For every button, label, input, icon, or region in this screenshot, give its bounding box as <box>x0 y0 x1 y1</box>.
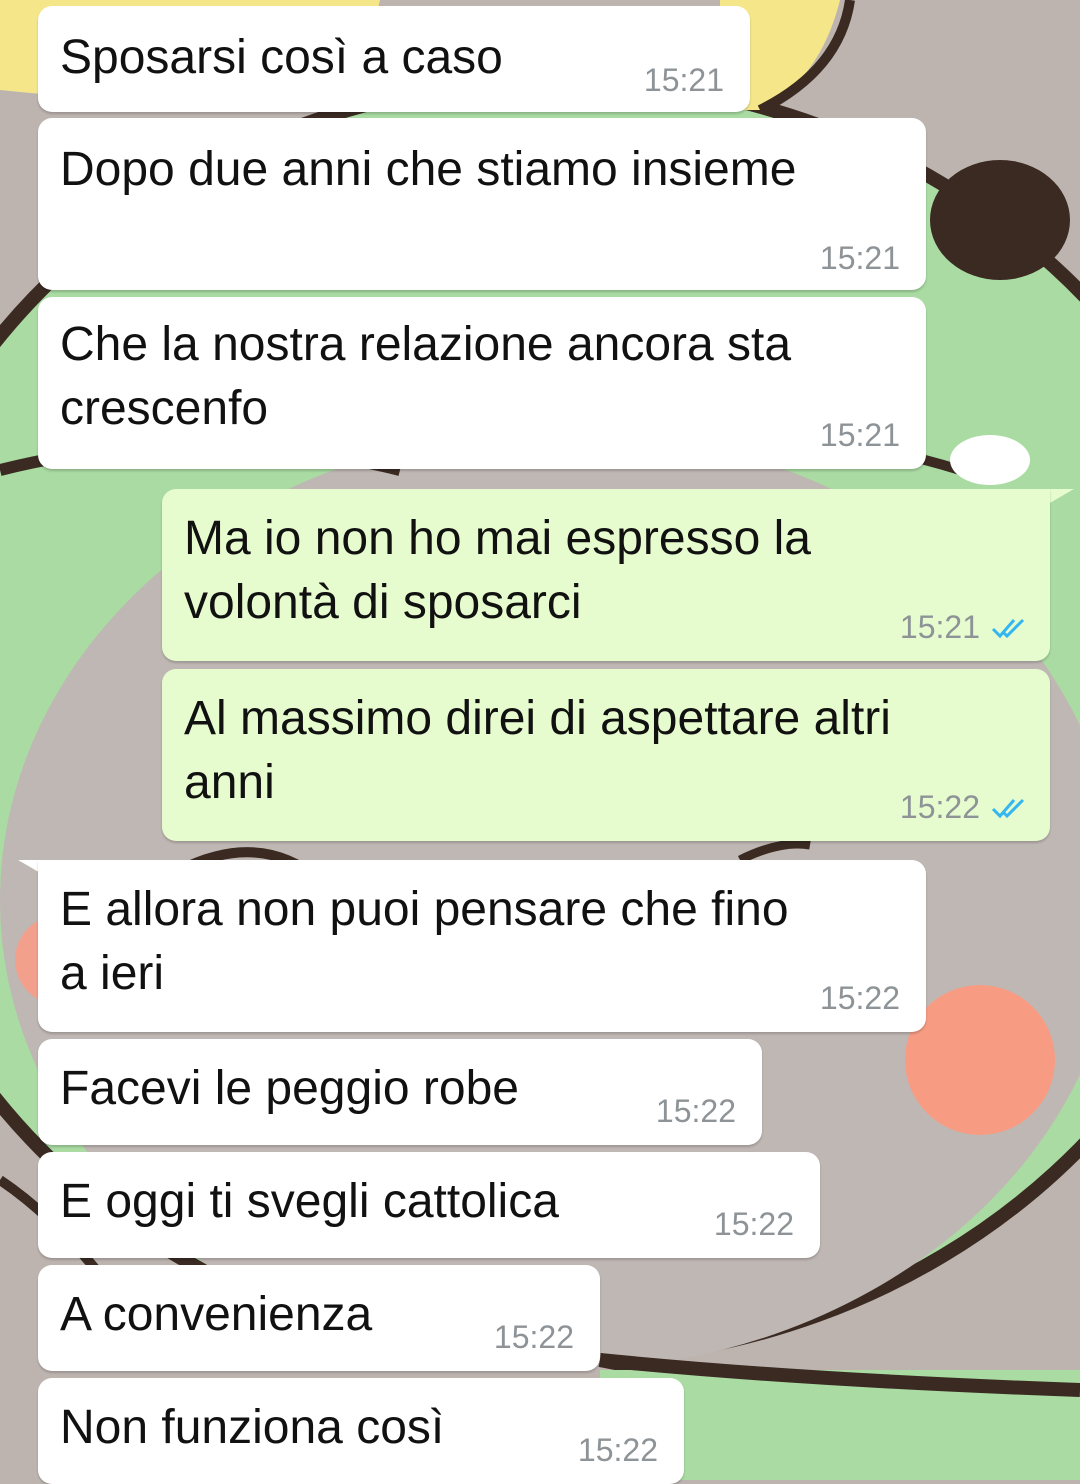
message-text: E allora non puoi pensare che fino a ier… <box>60 883 789 1000</box>
message-bubble-outgoing[interactable]: Ma io non ho mai espresso la volontà di … <box>162 489 1050 661</box>
message-bubble-outgoing[interactable]: Al massimo direi di aspettare altri anni… <box>162 669 1050 841</box>
message-timestamp: 15:22 <box>819 980 900 1016</box>
message-timestamp: 15:22 <box>493 1319 574 1355</box>
message-text: Non funziona così <box>60 1401 445 1454</box>
message-text: Facevi le peggio robe <box>60 1062 519 1115</box>
message-timestamp: 15:21 <box>899 609 980 645</box>
message-text: Dopo due anni che stiamo insieme <box>60 143 797 196</box>
message-timestamp: 15:22 <box>655 1093 736 1129</box>
message-text: Sposarsi così a caso <box>60 31 503 84</box>
message-timestamp: 15:21 <box>819 240 900 276</box>
message-bubble-incoming[interactable]: E oggi ti svegli cattolica 15:22 <box>38 1152 820 1258</box>
message-text: A convenienza <box>60 1288 373 1341</box>
message-bubble-incoming[interactable]: Non funziona così 15:22 <box>38 1378 684 1484</box>
message-timestamp: 15:21 <box>643 62 724 98</box>
message-bubble-incoming[interactable]: Che la nostra relazione ancora sta cresc… <box>38 297 926 469</box>
message-text: Ma io non ho mai espresso la volontà di … <box>184 512 811 629</box>
message-bubble-incoming[interactable]: Sposarsi così a caso 15:21 <box>38 6 750 112</box>
message-text: Al massimo direi di aspettare altri anni <box>184 692 891 809</box>
message-timestamp: 15:22 <box>899 789 980 825</box>
message-bubble-incoming[interactable]: E allora non puoi pensare che fino a ier… <box>38 860 926 1032</box>
message-text: E oggi ti svegli cattolica <box>60 1175 559 1228</box>
message-text: Che la nostra relazione ancora sta cresc… <box>60 318 792 435</box>
message-bubble-incoming[interactable]: Facevi le peggio robe 15:22 <box>38 1039 762 1145</box>
message-timestamp: 15:22 <box>577 1432 658 1468</box>
message-timestamp: 15:22 <box>713 1206 794 1242</box>
message-bubble-incoming[interactable]: Dopo due anni che stiamo insieme 15:21 <box>38 118 926 290</box>
double-check-icon <box>991 618 1025 639</box>
message-bubble-incoming[interactable]: A convenienza 15:22 <box>38 1265 600 1371</box>
double-check-icon <box>991 798 1025 819</box>
message-timestamp: 15:21 <box>819 417 900 453</box>
